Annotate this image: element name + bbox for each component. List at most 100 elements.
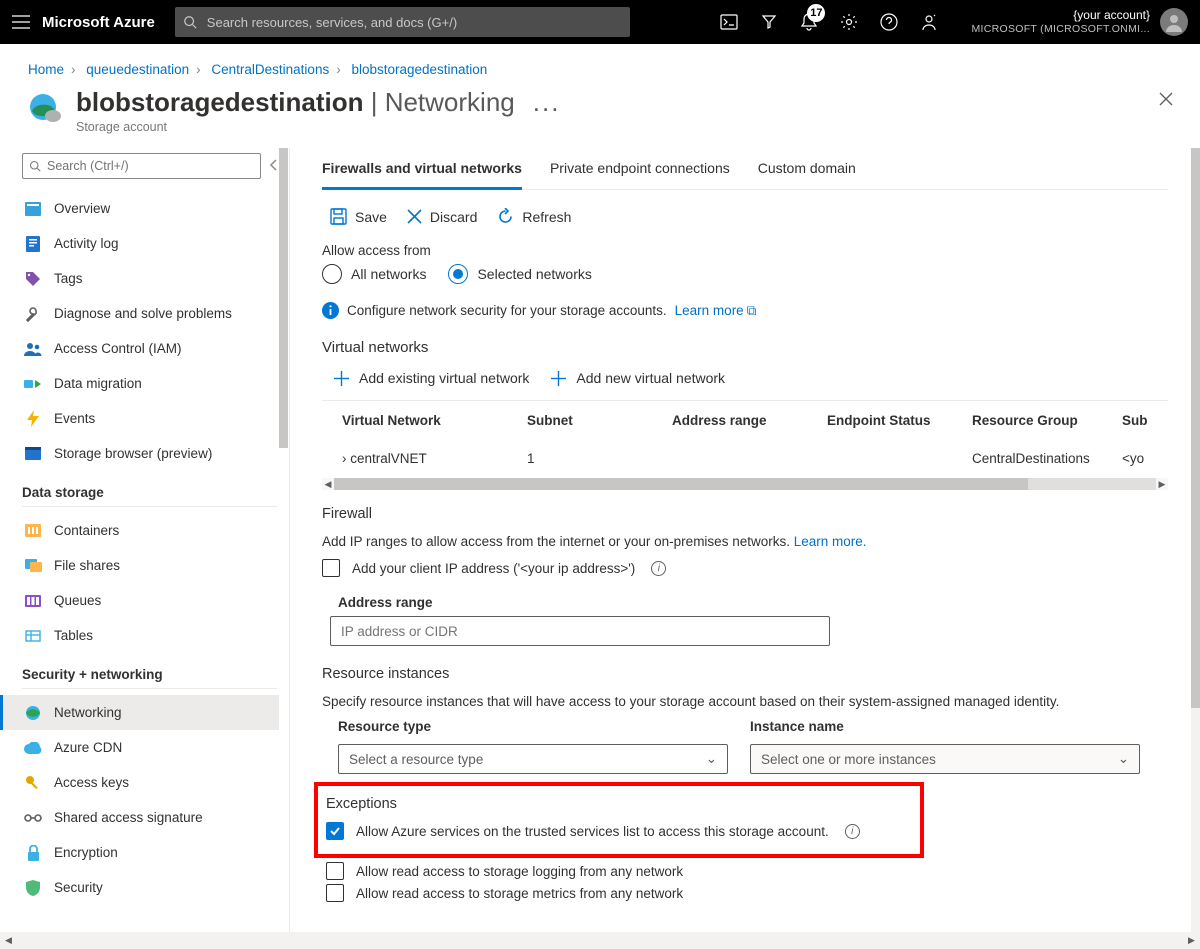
shield-icon <box>24 880 42 896</box>
exceptions-title: Exceptions <box>326 796 908 812</box>
sidebar-item-security[interactable]: Security <box>22 870 289 905</box>
sidebar-item-tags[interactable]: Tags <box>22 261 289 296</box>
breadcrumb-item[interactable]: CentralDestinations <box>211 62 329 77</box>
tab-firewalls[interactable]: Firewalls and virtual networks <box>322 150 522 190</box>
hamburger-icon[interactable] <box>12 15 30 29</box>
sidebar-item-iam[interactable]: Access Control (IAM) <box>22 331 289 366</box>
breadcrumb-item[interactable]: blobstoragedestination <box>351 62 487 77</box>
address-range-input[interactable] <box>330 616 830 646</box>
sidebar-search[interactable]: Search (Ctrl+/) <box>22 153 261 179</box>
sidebar-item-cdn[interactable]: Azure CDN <box>22 730 289 765</box>
container-icon <box>24 524 42 537</box>
radio-all-networks[interactable]: All networks <box>322 264 426 284</box>
global-search[interactable] <box>175 7 630 37</box>
sidebar-item-containers[interactable]: Containers <box>22 513 289 548</box>
close-icon[interactable] <box>1158 91 1174 110</box>
save-button[interactable]: Save <box>330 208 387 225</box>
resource-type-select[interactable]: Select a resource type⌄ <box>338 744 728 774</box>
client-ip-checkbox[interactable] <box>322 559 340 577</box>
sidebar-item-queues[interactable]: Queues <box>22 583 289 618</box>
resource-subtype: Storage account <box>76 120 560 134</box>
col-sub: Sub <box>1122 413 1172 428</box>
brand[interactable]: Microsoft Azure <box>42 14 155 31</box>
people-icon <box>24 342 42 356</box>
ri-col1-label: Resource type <box>338 719 728 734</box>
log-icon <box>24 236 42 252</box>
learn-more-link[interactable]: Learn more. <box>794 534 867 549</box>
discard-button[interactable]: Discard <box>407 209 477 225</box>
toolbar: Save Discard Refresh <box>322 190 1168 243</box>
wrench-icon <box>24 306 42 322</box>
firewall-title: Firewall <box>322 506 1168 522</box>
info-icon[interactable]: i <box>845 824 860 839</box>
feedback-icon[interactable] <box>909 0 949 44</box>
info-icon[interactable]: i <box>651 561 666 576</box>
vnet-hscroll[interactable]: ◀▶ <box>322 478 1168 490</box>
chevron-down-icon: ⌄ <box>1118 751 1129 767</box>
sidebar-item-tables[interactable]: Tables <box>22 618 289 653</box>
col-rg: Resource Group <box>972 413 1122 428</box>
lock-icon <box>24 845 42 861</box>
instance-name-select[interactable]: Select one or more instances⌄ <box>750 744 1140 774</box>
col-status: Endpoint Status <box>827 413 972 428</box>
refresh-button[interactable]: Refresh <box>497 208 571 225</box>
col-subnet: Subnet <box>527 413 672 428</box>
chevron-right-icon[interactable]: › <box>342 451 347 466</box>
account-menu[interactable]: {your account} MICROSOFT (MICROSOFT.ONMI… <box>961 8 1188 36</box>
add-new-vnet-button[interactable]: Add new virtual network <box>551 370 725 386</box>
sidebar-item-migration[interactable]: Data migration <box>22 366 289 401</box>
sidebar-item-networking[interactable]: Networking <box>0 695 279 730</box>
page-title-row: blobstoragedestination | Networking... S… <box>0 87 1200 148</box>
sidebar-group: Security + networking <box>22 667 289 682</box>
notifications-icon[interactable]: 17 <box>789 0 829 44</box>
external-link-icon: ⧉ <box>747 303 757 318</box>
tab-custom-domain[interactable]: Custom domain <box>758 150 856 190</box>
migration-icon <box>24 377 42 391</box>
firewall-desc: Add IP ranges to allow access from the i… <box>322 534 1168 549</box>
radio-selected-networks[interactable]: Selected networks <box>448 264 591 284</box>
add-existing-vnet-button[interactable]: Add existing virtual network <box>334 370 529 386</box>
notifications-badge: 17 <box>807 4 825 22</box>
global-header: Microsoft Azure 17 {your account} MICROS… <box>0 0 1200 44</box>
sidebar-item-activity-log[interactable]: Activity log <box>22 226 289 261</box>
learn-more-link[interactable]: Learn more⧉ <box>675 303 757 319</box>
sidebar-item-browser[interactable]: Storage browser (preview) <box>22 436 289 471</box>
tab-private-endpoints[interactable]: Private endpoint connections <box>550 150 730 190</box>
trusted-services-checkbox[interactable] <box>326 822 344 840</box>
cloud-shell-icon[interactable] <box>709 0 749 44</box>
sidebar-item-encryption[interactable]: Encryption <box>22 835 289 870</box>
metrics-checkbox[interactable] <box>326 884 344 902</box>
filter-icon[interactable] <box>749 0 789 44</box>
avatar-icon <box>1160 8 1188 36</box>
account-name: {your account} <box>971 9 1150 23</box>
settings-icon[interactable] <box>829 0 869 44</box>
main-content: Firewalls and virtual networks Private e… <box>290 148 1200 934</box>
networking-icon <box>24 705 42 721</box>
ri-desc: Specify resource instances that will hav… <box>322 694 1168 709</box>
sidebar-item-keys[interactable]: Access keys <box>22 765 289 800</box>
logging-checkbox[interactable] <box>326 862 344 880</box>
exceptions-highlighted: Exceptions Allow Azure services on the t… <box>314 782 924 858</box>
table-row[interactable]: › centralVNET 1 CentralDestinations <yo <box>322 439 1168 477</box>
browser-icon <box>24 447 42 460</box>
breadcrumb-home[interactable]: Home <box>28 62 64 77</box>
tag-icon <box>24 271 42 287</box>
sidebar-scrollbar[interactable] <box>279 148 288 448</box>
more-button[interactable]: ... <box>533 87 561 117</box>
col-addr: Address range <box>672 413 827 428</box>
page-hscrollbar[interactable]: ◀▶ <box>0 932 1200 949</box>
main-scrollbar-thumb[interactable] <box>1191 148 1200 708</box>
global-search-input[interactable] <box>205 14 622 31</box>
sidebar-item-overview[interactable]: Overview <box>22 191 289 226</box>
sidebar-item-diagnose[interactable]: Diagnose and solve problems <box>22 296 289 331</box>
main-scrollbar-track[interactable] <box>1191 148 1200 934</box>
sidebar-item-fileshares[interactable]: File shares <box>22 548 289 583</box>
overview-icon <box>24 202 42 216</box>
sidebar-item-sas[interactable]: Shared access signature <box>22 800 289 835</box>
ri-title: Resource instances <box>322 666 1168 682</box>
sidebar-item-events[interactable]: Events <box>22 401 289 436</box>
key-icon <box>24 775 42 791</box>
storage-account-icon <box>28 91 62 125</box>
help-icon[interactable] <box>869 0 909 44</box>
breadcrumb-item[interactable]: queuedestination <box>86 62 189 77</box>
